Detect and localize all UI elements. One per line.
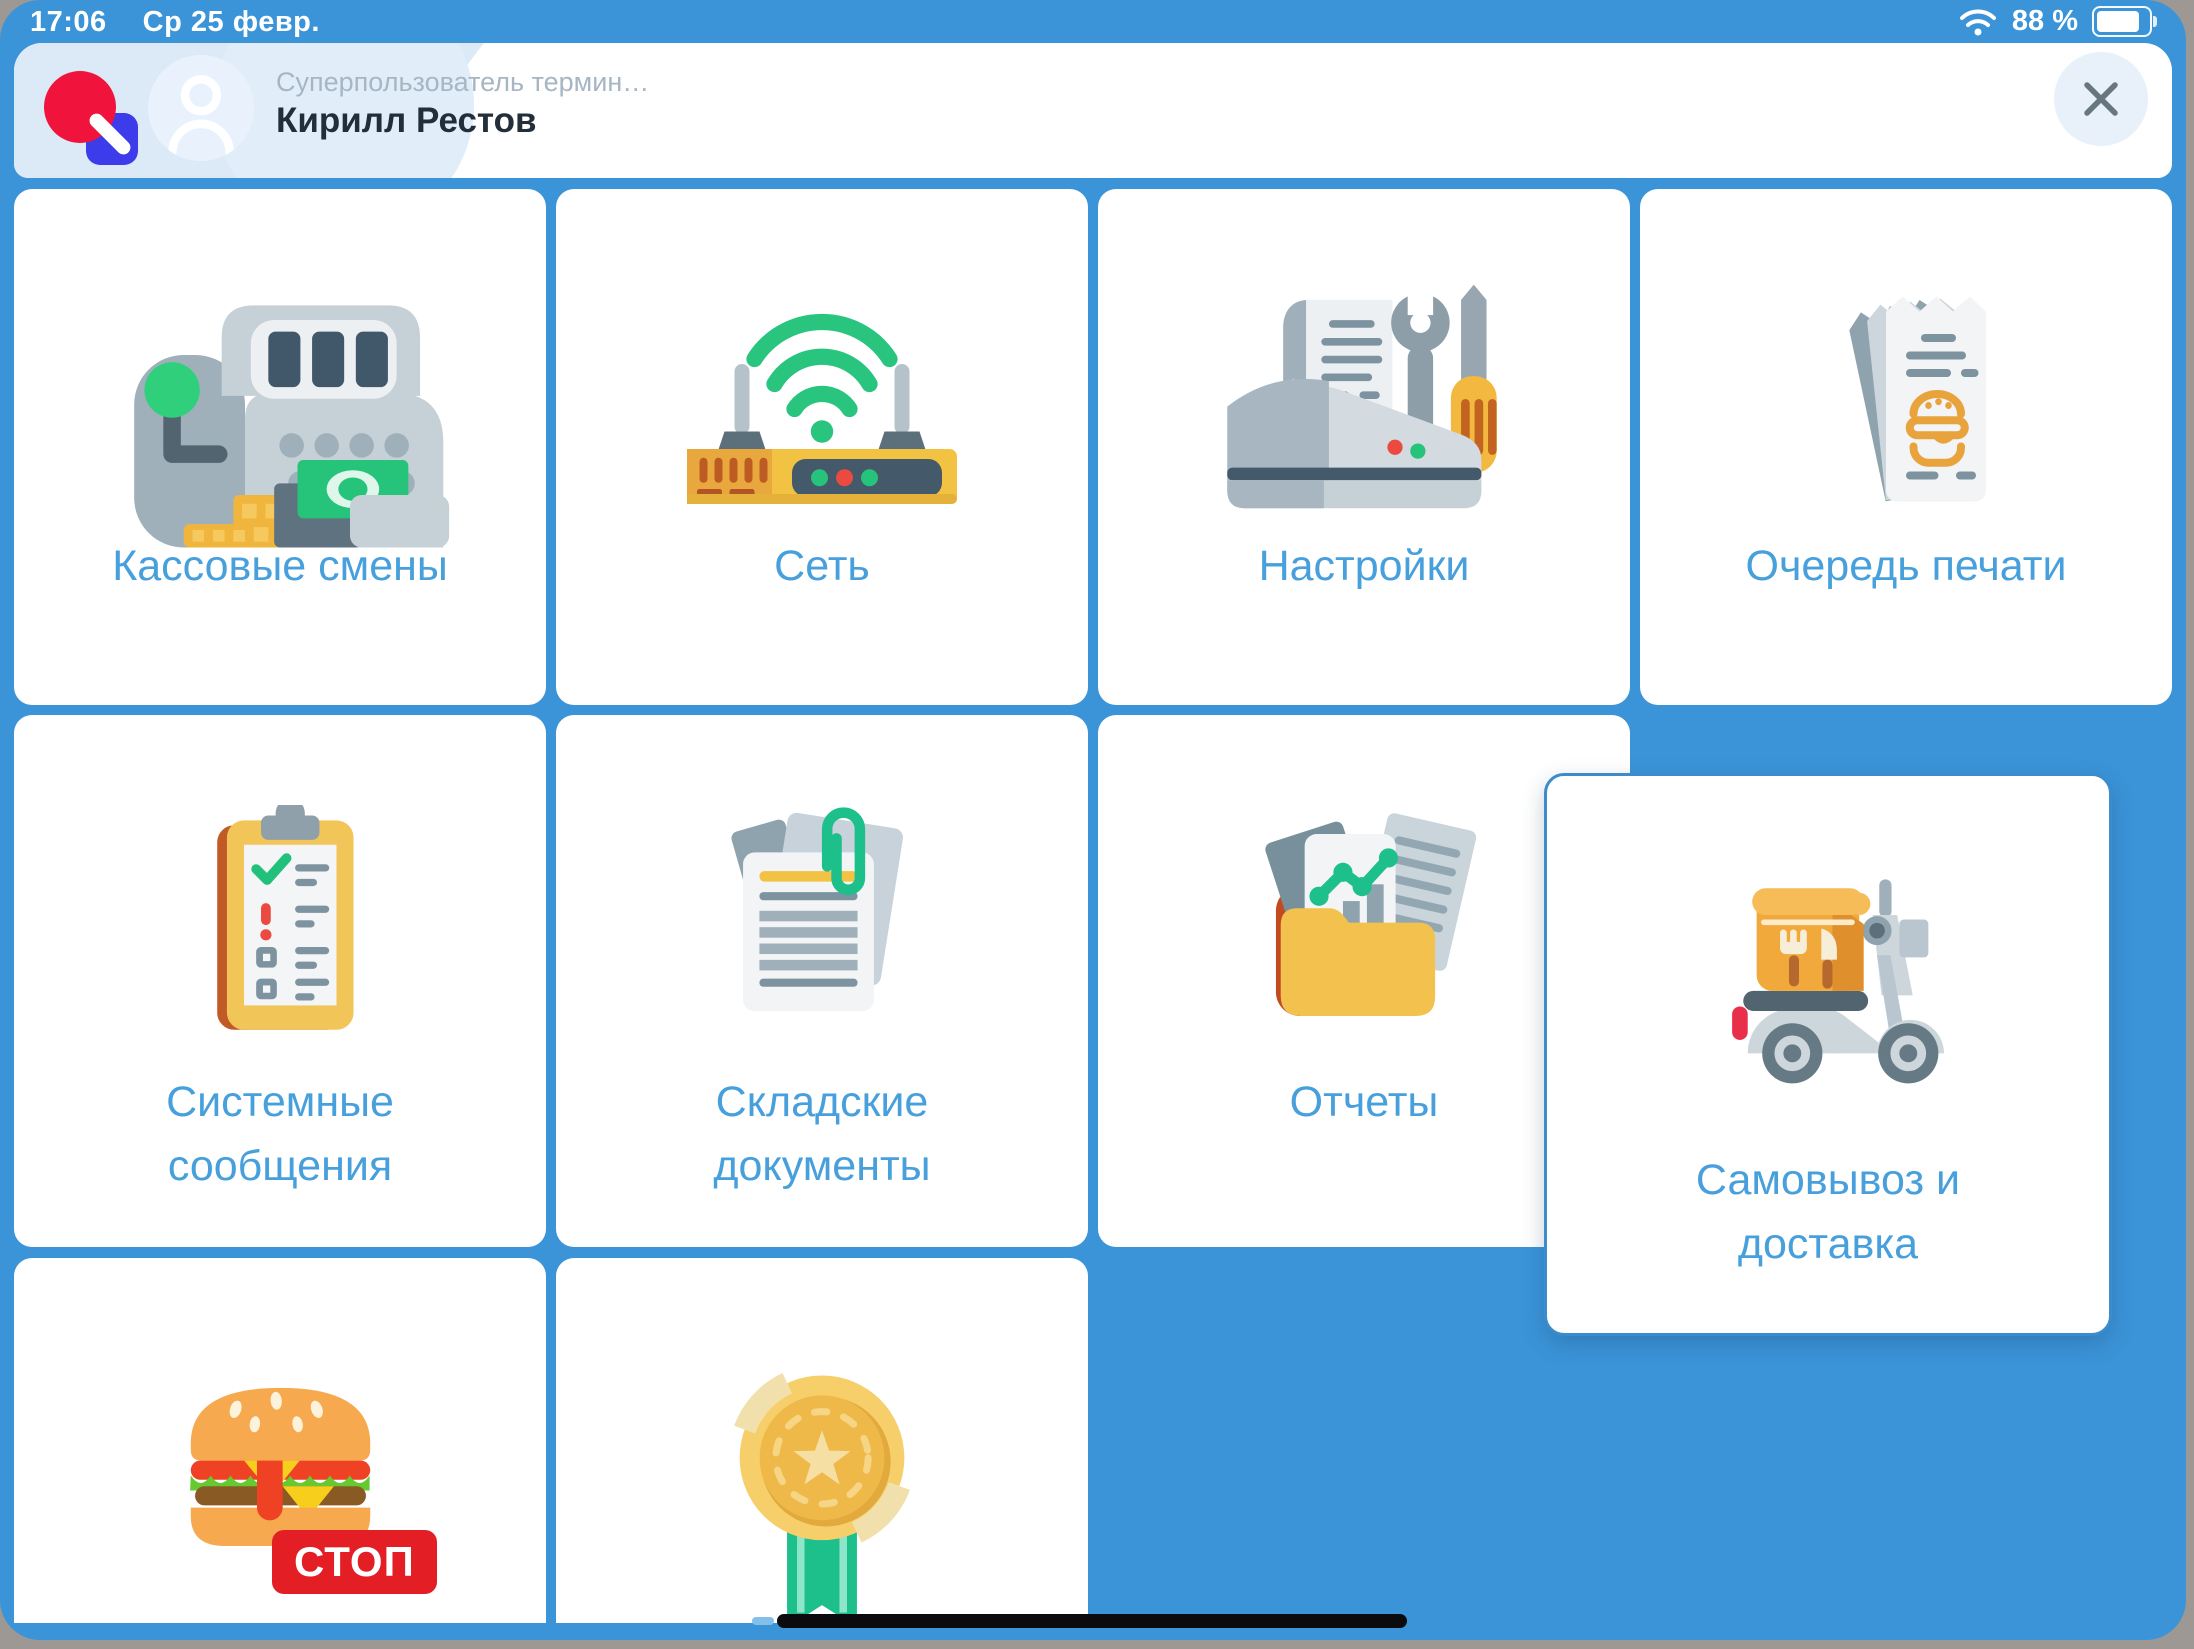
tile-award[interactable] [556,1258,1088,1623]
battery-icon [2092,6,2152,37]
battery-percent: 88 % [2012,5,2078,38]
tile-label: Кассовые смены [14,535,546,599]
tile-cash-shifts[interactable]: Кассовые смены [14,189,546,705]
tile-settings[interactable]: Настройки [1098,189,1630,705]
tile-label: Складские документы [556,1071,1088,1198]
status-date: Ср 25 февр. [143,6,320,39]
header: Суперпользователь термин… Кирилл Рестов [14,43,2172,178]
close-icon [2079,77,2123,121]
tile-label: Самовывоз и доставка [1547,1149,2109,1276]
tile-print-queue[interactable]: Очередь печати [1640,189,2172,705]
tile-network[interactable]: Сеть [556,189,1088,705]
close-button[interactable] [2054,52,2148,146]
tile-stop-list[interactable]: СТОП [14,1258,546,1623]
receipts-stack-icon [1811,279,2001,529]
tile-system-messages[interactable]: Системные сообщения [14,715,546,1247]
tile-label: Сеть [556,535,1088,599]
cutoff-label-fragment [752,1617,774,1625]
user-role: Суперпользователь термин… [276,65,649,99]
tile-label: Очередь печати [1640,535,2172,599]
reports-folder-icon [1252,805,1477,1045]
tile-label: Настройки [1098,535,1630,599]
stop-badge: СТОП [272,1530,437,1594]
status-bar: 17:06 Ср 25 февр. 88 % [0,0,2186,43]
documents-paperclip-icon [715,805,930,1040]
wifi-router-icon [672,279,972,514]
quick-resto-logo-icon [42,67,142,167]
status-time: 17:06 [30,6,107,39]
tile-pickup-delivery-selected[interactable]: Самовывоз и доставка [1544,773,2112,1336]
clipboard-checklist-icon [188,805,373,1050]
home-indicator[interactable] [777,1614,1407,1628]
award-medal-icon [732,1358,912,1623]
tile-warehouse-documents[interactable]: Складские документы [556,715,1088,1247]
cash-register-icon [105,279,455,571]
tools-printer-icon [1212,279,1517,524]
header-user[interactable]: Суперпользователь термин… Кирилл Рестов [276,65,649,143]
user-name: Кирилл Рестов [276,99,649,143]
avatar [148,55,254,161]
wifi-icon [1958,7,1998,37]
tile-label: Системные сообщения [14,1071,546,1198]
delivery-scooter-icon [1703,866,1953,1089]
app-screen: 17:06 Ср 25 февр. 88 % [0,0,2186,1640]
person-silhouette-icon [148,55,254,161]
